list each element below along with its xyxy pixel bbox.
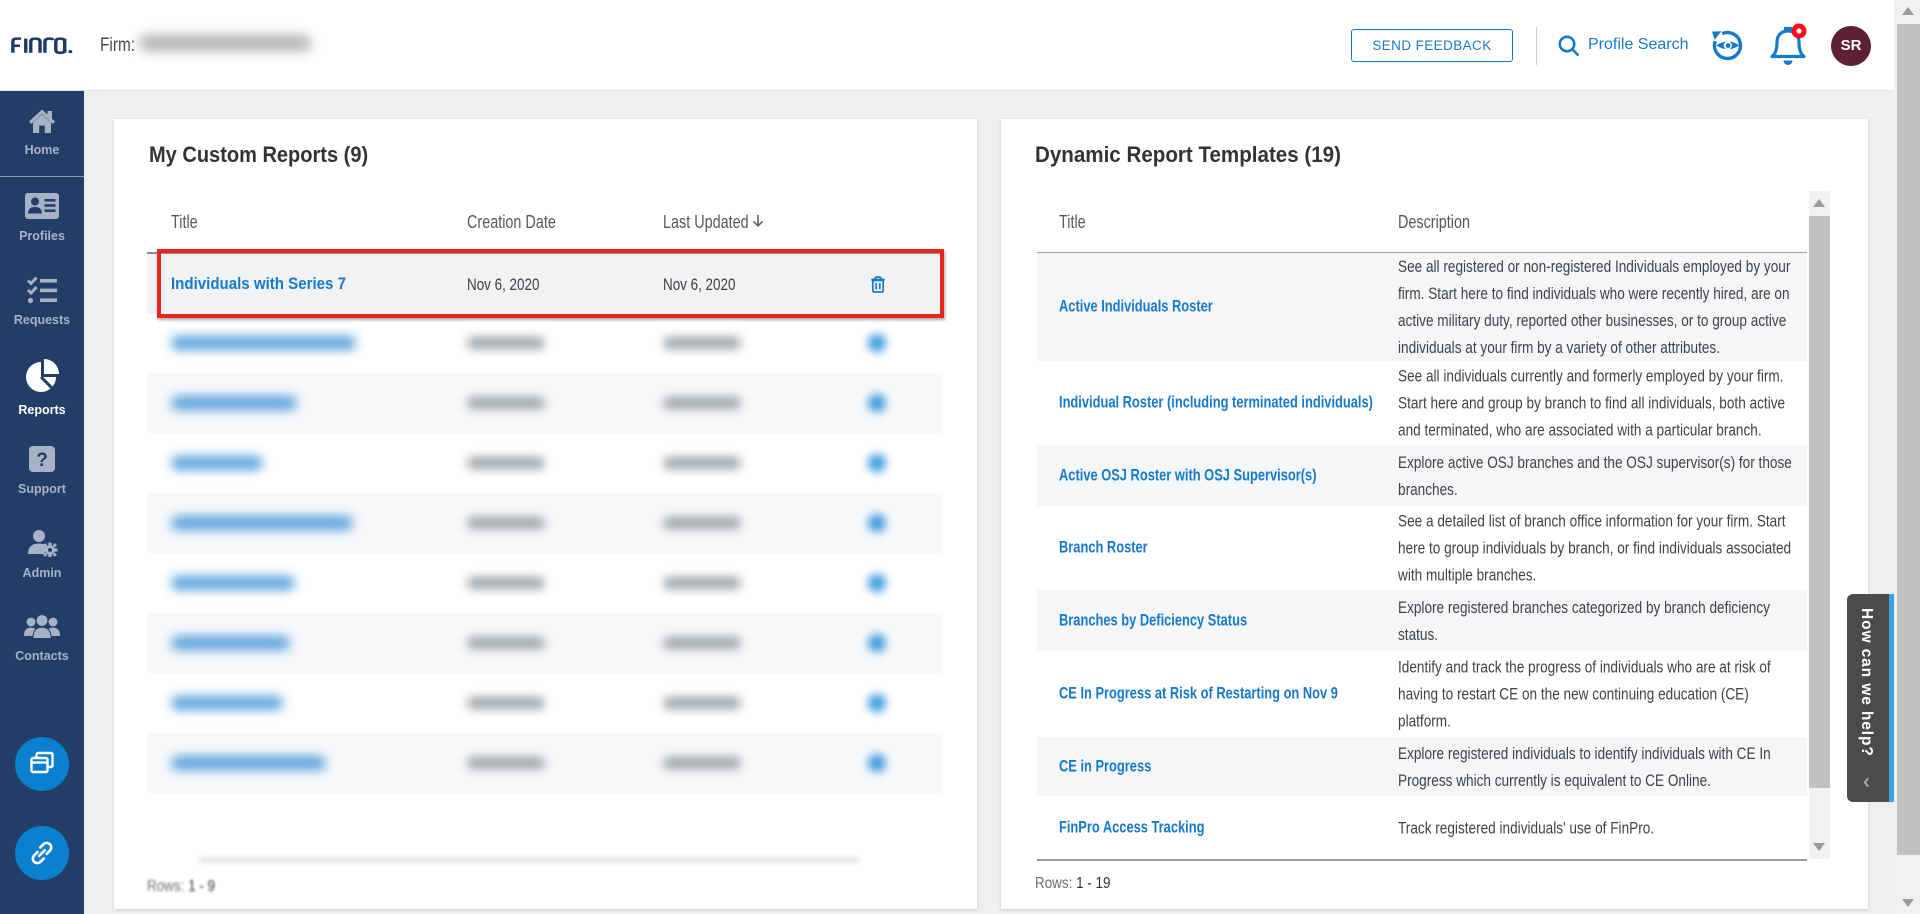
svg-text:?: ?	[36, 450, 48, 471]
